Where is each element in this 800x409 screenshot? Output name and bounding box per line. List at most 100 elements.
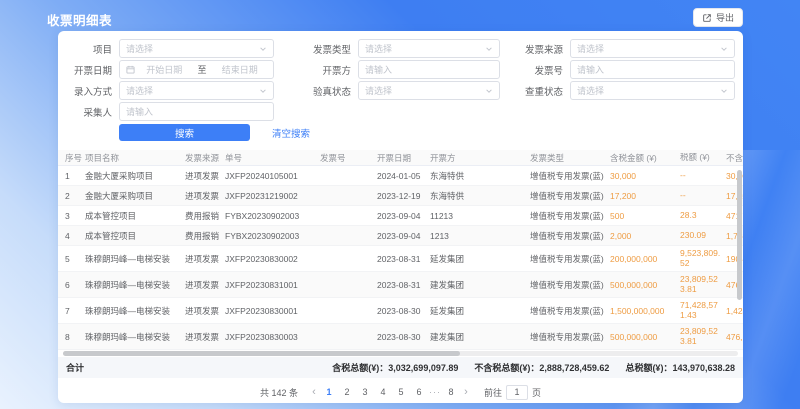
cell-amount-incl: 1,500,000,000 <box>610 306 680 316</box>
calendar-icon <box>126 65 135 74</box>
project-select[interactable]: 请选择 <box>119 39 274 58</box>
cell-amount-incl: 2,000 <box>610 231 680 241</box>
collector-input[interactable] <box>119 102 274 121</box>
vertical-scrollbar[interactable] <box>737 170 742 300</box>
col-header-invoice-no: 发票号 <box>320 152 377 164</box>
date-end-placeholder: 结束日期 <box>213 63 268 76</box>
cell-tax: -- <box>680 171 726 181</box>
cell-source: 进项发票 <box>185 305 225 317</box>
issuer-label: 开票方 <box>274 63 358 77</box>
more-pages-ellipsis[interactable]: ··· <box>428 387 442 397</box>
cell-amount-excl: 476,190,476.19 <box>726 332 743 342</box>
cell-date: 2023-08-30 <box>377 332 430 342</box>
invoice-no-input-field[interactable] <box>577 65 728 75</box>
summary-total-tax-value: 143,970,638.28 <box>672 363 735 373</box>
summary-label: 合计 <box>66 361 84 374</box>
search-button[interactable]: 搜索 <box>119 124 250 141</box>
col-header-amount-excl: 不含税金额 (¥) <box>726 152 743 164</box>
issuer-input[interactable] <box>358 60 500 79</box>
cell-amount-incl: 200,000,000 <box>610 254 680 264</box>
goto-page-input[interactable] <box>506 385 528 400</box>
verify-status-label: 验真状态 <box>274 84 358 98</box>
cell-doc-no: JXFP20240105001 <box>225 171 320 181</box>
col-header-project: 项目名称 <box>85 152 185 164</box>
cell-project: 金融大厦采购项目 <box>85 170 185 182</box>
entry-method-select-placeholder: 请选择 <box>126 84 259 97</box>
chevron-down-icon <box>720 87 728 95</box>
chevron-down-icon <box>485 45 493 53</box>
col-header-issuer: 开票方 <box>430 152 530 164</box>
export-button[interactable]: 导出 <box>693 8 743 27</box>
page-number-2[interactable]: 2 <box>340 387 354 397</box>
cell-no: 5 <box>65 254 85 264</box>
verify-status-select[interactable]: 请选择 <box>358 81 500 100</box>
cell-type: 增值税专用发票(蓝) <box>530 230 610 242</box>
cell-amount-incl: 17,200 <box>610 191 680 201</box>
cell-amount-incl: 500,000,000 <box>610 332 680 342</box>
page-number-3[interactable]: 3 <box>358 387 372 397</box>
horizontal-scrollbar[interactable] <box>63 351 738 356</box>
cell-issuer: 建发集团 <box>430 331 530 343</box>
cell-amount-incl: 500 <box>610 211 680 221</box>
recheck-status-select[interactable]: 请选择 <box>570 81 735 100</box>
cell-amount-incl: 30,000 <box>610 171 680 181</box>
table-row: 8 珠穆朗玛峰—电梯安装 进项发票 JXFP20230830003 2023-0… <box>58 324 743 350</box>
page-title: 收票明细表 <box>47 10 112 29</box>
horizontal-scrollbar-thumb[interactable] <box>63 351 460 356</box>
cell-date: 2023-12-19 <box>377 191 430 201</box>
summary-excl-tax-value: 2,888,728,459.62 <box>539 363 609 373</box>
cell-type: 增值税专用发票(蓝) <box>530 210 610 222</box>
invoice-date-range-picker[interactable]: 开始日期 至 结束日期 <box>119 60 274 79</box>
table-row: 1 金融大厦采购项目 进项发票 JXFP20240105001 2024-01-… <box>58 166 743 186</box>
invoice-no-input[interactable] <box>570 60 735 79</box>
entry-method-select[interactable]: 请选择 <box>119 81 274 100</box>
cell-source: 进项发票 <box>185 253 225 265</box>
summary-total-tax: 总税额(¥)：143,970,638.28 <box>625 361 735 374</box>
invoice-table: 序号 项目名称 发票来源 单号 发票号 开票日期 开票方 发票类型 含税金额 (… <box>58 150 743 350</box>
cell-doc-no: FYBX20230902003 <box>225 231 320 241</box>
cell-no: 4 <box>65 231 85 241</box>
cell-source: 进项发票 <box>185 331 225 343</box>
invoice-source-select[interactable]: 请选择 <box>570 39 735 58</box>
cell-no: 2 <box>65 191 85 201</box>
cell-no: 7 <box>65 306 85 316</box>
cell-source: 费用报销 <box>185 230 225 242</box>
prev-page-button[interactable]: ‹ <box>308 387 320 398</box>
page-unit-label: 页 <box>532 386 541 399</box>
invoice-type-select[interactable]: 请选择 <box>358 39 500 58</box>
page-number-6[interactable]: 6 <box>412 387 426 397</box>
page-number-8[interactable]: 8 <box>444 387 458 397</box>
cell-type: 增值税专用发票(蓝) <box>530 190 610 202</box>
collector-input-field[interactable] <box>126 107 267 117</box>
page-number-1[interactable]: 1 <box>322 387 336 397</box>
cell-tax: 230.09 <box>680 231 726 241</box>
table-header-row: 序号 项目名称 发票来源 单号 发票号 开票日期 开票方 发票类型 含税金额 (… <box>58 150 743 166</box>
col-header-amount-incl: 含税金额 (¥) <box>610 152 680 164</box>
cell-source: 费用报销 <box>185 210 225 222</box>
pagination: 共 142 条 ‹ 1 2 3 4 5 6 ··· 8 › 前往 页 <box>58 383 743 401</box>
cell-issuer: 延发集团 <box>430 253 530 265</box>
next-page-button[interactable]: › <box>460 387 472 398</box>
cell-doc-no: JXFP20230830001 <box>225 306 320 316</box>
page-number-5[interactable]: 5 <box>394 387 408 397</box>
cell-amount-incl: 500,000,000 <box>610 280 680 290</box>
summary-incl-tax-value: 3,032,699,097.89 <box>388 363 458 373</box>
page-number-4[interactable]: 4 <box>376 387 390 397</box>
cell-no: 3 <box>65 211 85 221</box>
verify-status-select-placeholder: 请选择 <box>365 84 485 97</box>
cell-issuer: 延发集团 <box>430 305 530 317</box>
cell-issuer: 东海特供 <box>430 170 530 182</box>
cell-type: 增值税专用发票(蓝) <box>530 253 610 265</box>
main-panel: 项目 请选择 发票类型 请选择 发票来源 请选择 开票日期 开始日期 至 结 <box>58 31 743 403</box>
col-header-no: 序号 <box>65 152 85 164</box>
cell-date: 2023-08-31 <box>377 280 430 290</box>
cell-tax: 23,809,523.81 <box>680 327 726 347</box>
cell-type: 增值税专用发票(蓝) <box>530 305 610 317</box>
cell-project: 金融大厦采购项目 <box>85 190 185 202</box>
entry-method-label: 录入方式 <box>58 84 119 98</box>
clear-search-link[interactable]: 清空搜索 <box>272 126 310 140</box>
col-header-source: 发票来源 <box>185 152 225 164</box>
cell-date: 2024-01-05 <box>377 171 430 181</box>
issuer-input-field[interactable] <box>365 65 493 75</box>
invoice-source-select-placeholder: 请选择 <box>577 42 720 55</box>
